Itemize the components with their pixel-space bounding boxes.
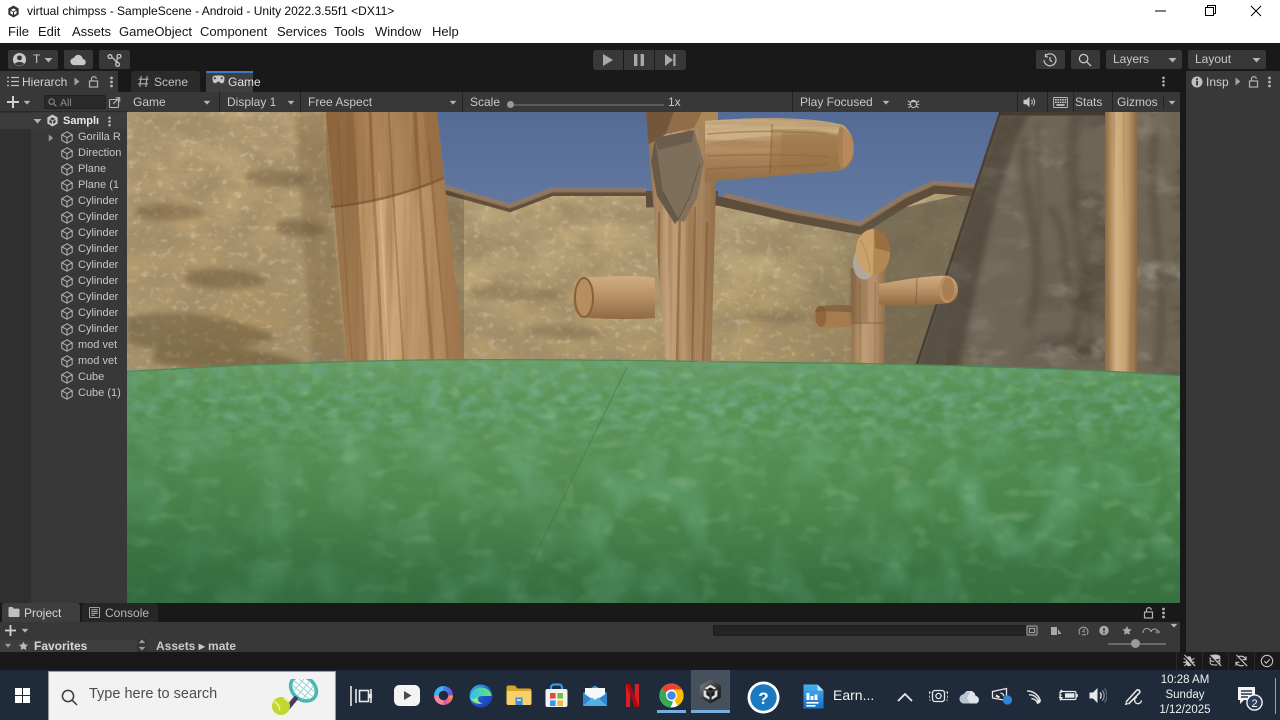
svg-text:∞: ∞	[1155, 629, 1160, 636]
svg-text:2: 2	[1251, 698, 1257, 710]
svg-text:?: ?	[758, 689, 768, 708]
svg-text:4: 4	[1082, 629, 1086, 635]
